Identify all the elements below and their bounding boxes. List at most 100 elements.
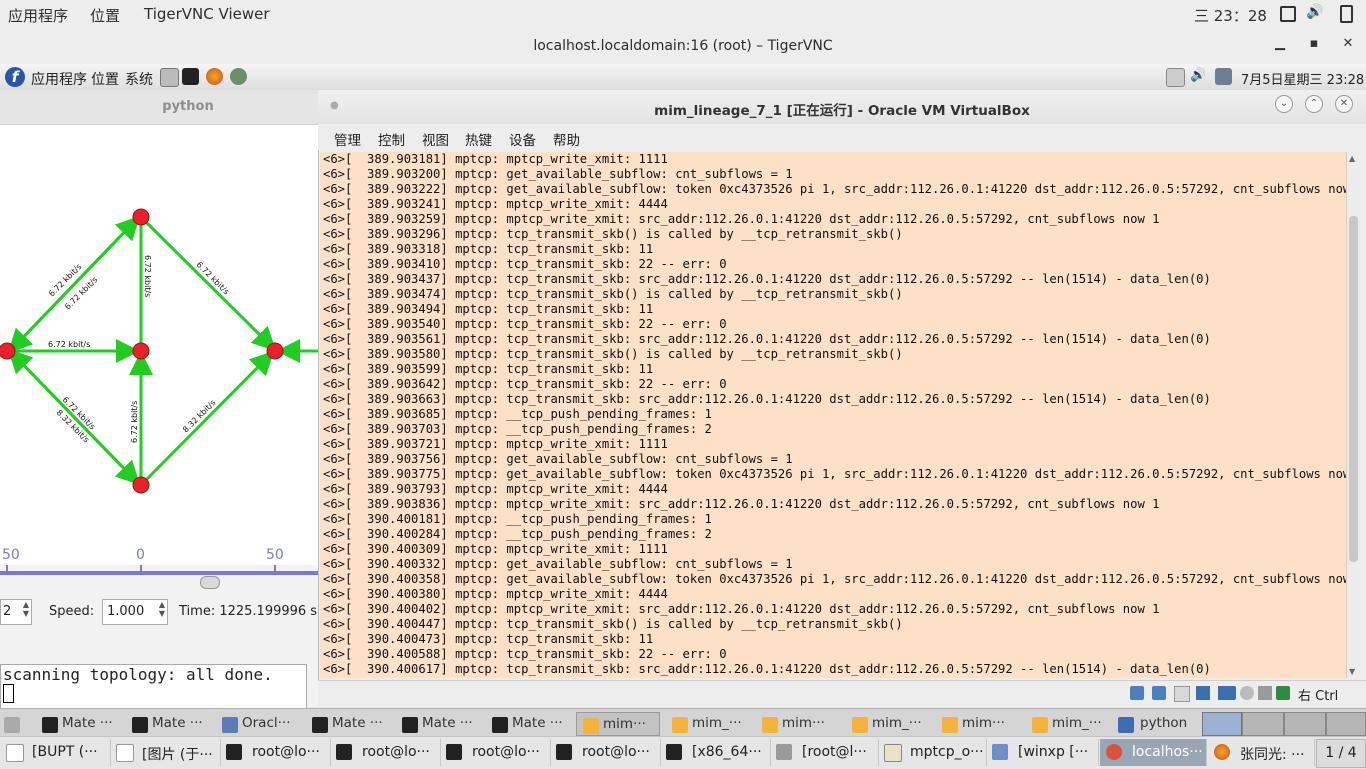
- menu-hotkeys[interactable]: 热键: [465, 129, 492, 149]
- network-status-icon[interactable]: [1215, 68, 1232, 85]
- active-app-name[interactable]: TigerVNC Viewer: [144, 5, 270, 23]
- speed-value: 1.000: [107, 604, 145, 619]
- menu-machine[interactable]: 管理: [334, 129, 361, 149]
- workspace-4[interactable]: [1326, 712, 1366, 736]
- zoom-slider-handle[interactable]: [200, 576, 220, 589]
- network-adapter-icon[interactable]: [1196, 686, 1210, 700]
- node-left[interactable]: [0, 342, 16, 360]
- fedora-logo-icon[interactable]: f: [5, 67, 25, 87]
- task-item[interactable]: mim_···: [1026, 712, 1112, 734]
- speed-arrows-icon[interactable]: ▲ ▼: [159, 600, 165, 618]
- workspace-3[interactable]: [1284, 712, 1326, 736]
- optical-drive-icon[interactable]: [1152, 686, 1166, 700]
- task-item[interactable]: Mate ···: [486, 712, 572, 734]
- task-item[interactable]: Oracl···: [216, 712, 302, 734]
- console-line: <6>[ 390.400284] mptcp: __tcp_push_pendi…: [323, 527, 712, 541]
- remote-applications-menu[interactable]: 应用程序: [31, 69, 87, 89]
- task-item[interactable]: Mate ···: [396, 712, 482, 734]
- host-task-item-active[interactable]: localhos···: [1100, 739, 1207, 766]
- workspace-switcher-active[interactable]: [1202, 712, 1242, 736]
- stepper-arrows-icon[interactable]: ▲ ▼: [23, 600, 29, 618]
- host-task-item[interactable]: [x86_64···: [660, 739, 771, 766]
- task-item[interactable]: mim_···: [846, 712, 932, 734]
- host-task-item[interactable]: [BUPT (···: [0, 739, 111, 766]
- scroll-up-icon[interactable]: ▲: [1349, 154, 1355, 163]
- task-item[interactable]: mim···: [756, 712, 842, 734]
- host-task-item[interactable]: [winxp [···: [986, 739, 1099, 766]
- applications-menu[interactable]: 应用程序: [8, 5, 68, 26]
- menu-control[interactable]: 控制: [378, 129, 405, 149]
- vb-maximize-button[interactable]: ⌃: [1305, 95, 1323, 113]
- places-menu[interactable]: 位置: [90, 5, 120, 26]
- host-task-item[interactable]: 张同光: ···: [1208, 739, 1315, 766]
- speed-spinner[interactable]: 1.000 ▲ ▼: [102, 599, 168, 625]
- terminal-icon: [556, 744, 572, 760]
- task-item[interactable]: Mate ···: [306, 712, 392, 734]
- top-clock[interactable]: 三 23：28: [1194, 5, 1267, 26]
- close-button[interactable]: ✕: [1338, 36, 1358, 54]
- keyboard-icon[interactable]: [1166, 68, 1185, 87]
- link-bottom-left: [7, 348, 138, 483]
- power-icon[interactable]: [1340, 5, 1353, 23]
- topology-canvas[interactable]: 6.72 kbit/s 6.72 kbit/s 6.72 kbit/s 6.72…: [0, 125, 318, 565]
- network-tool-icon[interactable]: [230, 68, 247, 85]
- download-icon[interactable]: [1276, 686, 1290, 700]
- node-right[interactable]: [266, 342, 284, 360]
- host-task-item[interactable]: root@lo···: [440, 739, 551, 766]
- menu-devices[interactable]: 设备: [509, 129, 536, 149]
- console-line: <6>[ 389.903642] mptcp: tcp_transmit_skb…: [323, 377, 727, 391]
- console-line: <6>[ 390.400473] mptcp: tcp_transmit_skb…: [323, 632, 654, 646]
- workspace-2[interactable]: [1242, 712, 1284, 736]
- host-task-item[interactable]: root@lo···: [330, 739, 441, 766]
- task-item[interactable]: mim···: [936, 712, 1022, 734]
- shared-folders-icon[interactable]: [1222, 686, 1236, 700]
- host-task-item[interactable]: [图片 (于···: [110, 739, 221, 766]
- recording-icon[interactable]: [1258, 686, 1272, 700]
- python-shell[interactable]: scanning topology: all done.: [0, 664, 307, 710]
- task-item[interactable]: Mate ···: [126, 712, 212, 734]
- system-top-bar: 应用程序 位置 TigerVNC Viewer 三 23：28 🔊: [0, 0, 1366, 29]
- vb-minimize-button[interactable]: ⌄: [1275, 95, 1293, 113]
- capture-icon[interactable]: [1240, 686, 1254, 700]
- task-item[interactable]: mim_···: [666, 712, 752, 734]
- host-task-item[interactable]: root@lo···: [220, 739, 331, 766]
- firefox-icon[interactable]: [206, 68, 223, 85]
- node-top[interactable]: [132, 208, 150, 226]
- workspace-indicator[interactable]: 1 / 4: [1316, 739, 1366, 768]
- menu-help[interactable]: 帮助: [553, 129, 580, 149]
- remote-places-menu[interactable]: 位置: [91, 69, 119, 89]
- maximize-button[interactable]: ▪: [1304, 36, 1324, 54]
- show-desktop-button[interactable]: [0, 712, 30, 734]
- task-item-active[interactable]: mim···: [576, 712, 660, 736]
- host-task-item[interactable]: mptcp_o···: [878, 739, 987, 766]
- edge-label: 6.72 kbit/s: [130, 401, 139, 443]
- volume-icon[interactable]: 🔊: [1306, 4, 1323, 20]
- floppy-icon[interactable]: [1174, 686, 1190, 702]
- terminal-icon: [42, 717, 58, 733]
- task-item[interactable]: Mate ···: [36, 712, 122, 734]
- console-line: <6>[ 389.903721] mptcp: mptcp_write_xmit…: [323, 437, 668, 451]
- task-item[interactable]: python: [1114, 712, 1200, 734]
- menu-view[interactable]: 视图: [422, 129, 449, 149]
- terminal-icon[interactable]: [182, 68, 199, 85]
- node-center[interactable]: [132, 342, 150, 360]
- host-task-item[interactable]: [root@l···: [770, 739, 879, 766]
- vb-close-button[interactable]: ✕: [1335, 95, 1353, 113]
- console-scrollbar[interactable]: ▲ ▼: [1346, 152, 1361, 678]
- hdd-icon[interactable]: [1130, 686, 1144, 700]
- remote-volume-icon[interactable]: 🔊: [1190, 68, 1206, 83]
- window-switch-icon[interactable]: [1280, 6, 1296, 22]
- host-task-item[interactable]: root@lo···: [550, 739, 661, 766]
- scroll-down-icon[interactable]: ▼: [1349, 667, 1355, 676]
- step-stepper[interactable]: 2 ▲ ▼: [0, 599, 32, 625]
- scrollbar-thumb[interactable]: [1349, 216, 1358, 562]
- minimize-button[interactable]: ▁: [1270, 36, 1290, 54]
- remote-clock[interactable]: 7月5日星期三 23:28: [1241, 69, 1364, 88]
- node-bottom[interactable]: [132, 476, 150, 494]
- remote-system-menu[interactable]: 系统: [125, 69, 153, 89]
- edge-label: 8.32 kbit/s: [181, 398, 217, 434]
- text-editor-icon: [884, 744, 902, 762]
- guest-console[interactable]: <6>[ 389.903181] mptcp: mptcp_write_xmit…: [320, 152, 1346, 678]
- console-line: <6>[ 389.903663] mptcp: tcp_transmit_skb…: [323, 392, 1211, 406]
- text-editor-icon[interactable]: [160, 68, 179, 87]
